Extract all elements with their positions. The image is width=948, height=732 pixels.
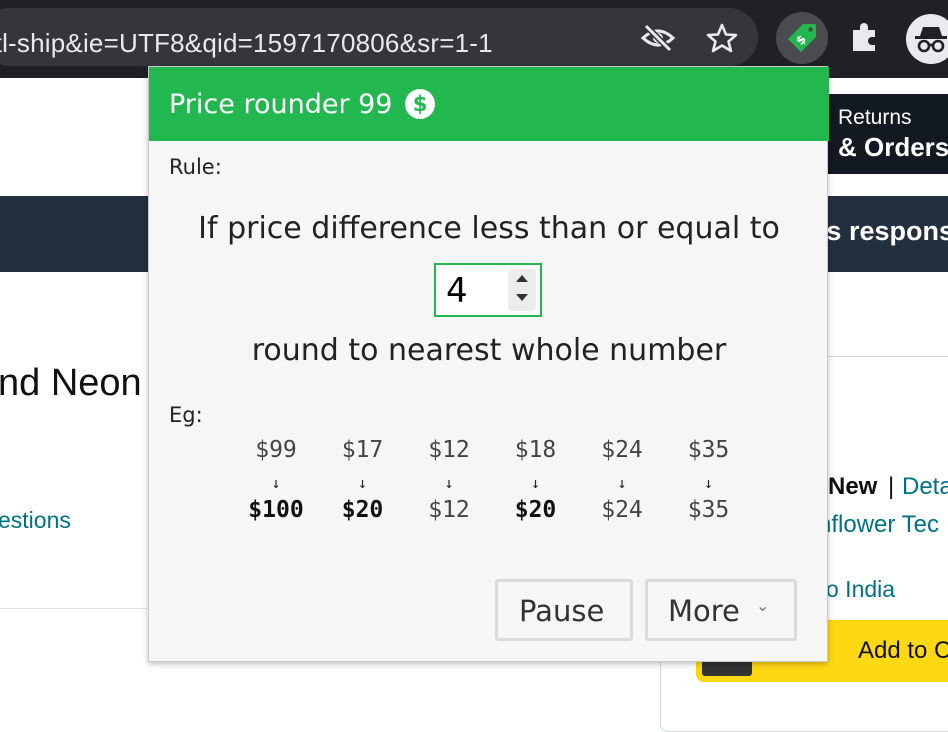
pause-button-label[interactable]: Pause <box>519 594 604 628</box>
divider <box>0 608 170 609</box>
incognito-profile-avatar[interactable] <box>906 14 948 64</box>
example-original-price: $17 <box>341 437 384 463</box>
example-column: $12 ↓ $12 <box>404 437 494 523</box>
example-original-price: $24 <box>601 437 643 463</box>
incognito-profile-icon <box>915 27 947 53</box>
orders-label[interactable]: & Orders <box>838 132 948 163</box>
increment-arrow-icon[interactable] <box>516 275 528 282</box>
example-original-price: $18 <box>514 437 557 463</box>
rule-label: Rule: <box>169 155 222 179</box>
puzzle-extensions-icon[interactable] <box>848 20 882 54</box>
price-rounder-popup: Price rounder 99 $ Rule: If price differ… <box>148 66 829 662</box>
separator: | <box>888 473 895 500</box>
threshold-value[interactable]: 4 <box>446 271 468 311</box>
decrement-arrow-icon[interactable] <box>516 294 528 301</box>
eye-slash-icon[interactable] <box>640 22 676 54</box>
details-link[interactable]: Deta <box>902 473 948 501</box>
arrow-down-icon: ↓ <box>530 474 541 492</box>
example-column: $18 ↓ $20 <box>491 437 581 523</box>
popup-title: Price rounder 99 <box>169 89 393 120</box>
ship-to-link[interactable]: o India <box>826 576 895 603</box>
add-to-cart-label[interactable]: Add to C <box>858 637 948 665</box>
popup-header: Price rounder 99 $ <box>149 67 829 141</box>
example-rounded-price: $20 <box>341 497 384 523</box>
rule-line-2: round to nearest whole number <box>251 333 727 368</box>
example-column: $35 ↓ $35 <box>664 437 754 523</box>
questions-link[interactable]: estions <box>0 507 71 534</box>
returns-label[interactable]: Returns <box>838 106 912 130</box>
example-original-price: $12 <box>428 437 470 463</box>
arrow-down-icon: ↓ <box>357 474 368 492</box>
more-button[interactable]: More ⌄ <box>645 579 797 641</box>
price-rounder-extension-icon[interactable]: $ <box>786 22 818 54</box>
example-column: $99 ↓ $100 <box>231 437 321 523</box>
arrow-down-icon: ↓ <box>703 474 714 492</box>
example-rounded-price: $24 <box>601 497 643 523</box>
arrow-down-icon: ↓ <box>617 474 627 492</box>
condition-new-label: New <box>828 473 878 500</box>
arrow-down-icon: ↓ <box>271 474 281 492</box>
example-column: $24 ↓ $24 <box>577 437 667 523</box>
stepper-arrows[interactable] <box>508 269 536 311</box>
example-original-price: $35 <box>687 437 730 463</box>
arrow-down-icon: ↓ <box>444 474 454 492</box>
example-rounded-price: $12 <box>428 497 470 523</box>
example-label: Eg: <box>169 403 203 427</box>
example-rounded-price: $35 <box>687 497 730 523</box>
url-text[interactable]: ntl-ship&ie=UTF8&qid=1597170806&sr=1-1 <box>0 28 493 59</box>
example-rounded-price: $100 <box>248 497 304 523</box>
seller-link[interactable]: nflower Tec <box>818 511 939 539</box>
more-button-label[interactable]: More <box>668 594 740 628</box>
chevron-down-icon[interactable]: ⌄ <box>756 596 769 615</box>
subnav-banner-text[interactable]: 's respons <box>820 216 948 247</box>
pause-button[interactable]: Pause <box>495 579 633 641</box>
threshold-stepper[interactable]: 4 <box>434 263 542 317</box>
example-column: $17 ↓ $20 <box>318 437 408 523</box>
rule-line-1: If price difference less than or equal t… <box>198 211 780 246</box>
dollar-icon: $ <box>405 89 435 119</box>
example-original-price: $99 <box>255 437 297 463</box>
product-title: nd Neon <box>0 362 142 404</box>
site-search-box[interactable] <box>0 94 160 174</box>
star-icon[interactable] <box>706 22 738 54</box>
screen: ntl-ship&ie=UTF8&qid=1597170806&sr=1-1 $ <box>0 0 948 732</box>
example-rounded-price: $20 <box>514 497 557 523</box>
examples-row: $99 ↓ $100 $17 ↓ $20 $12 ↓ $12 $18 ↓ $20 $24 ↓ $24 $35 ↓… <box>231 437 751 537</box>
